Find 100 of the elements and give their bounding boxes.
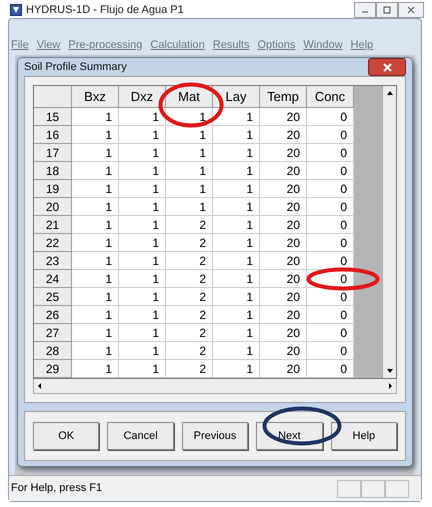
table-cell: 1 xyxy=(213,180,260,198)
row-header[interactable]: 28 xyxy=(34,342,72,360)
table-cell: 1 xyxy=(119,162,166,180)
table-cell: 0 xyxy=(307,162,354,180)
dialog-button[interactable]: Previous xyxy=(182,422,248,450)
row-header[interactable]: 27 xyxy=(34,324,72,342)
table-cell: 1 xyxy=(72,126,119,144)
row-header[interactable]: 20 xyxy=(34,198,72,216)
table-cell: 1 xyxy=(119,180,166,198)
table-cell: 1 xyxy=(72,270,119,288)
table-cell: 20 xyxy=(260,144,307,162)
table-cell: 1 xyxy=(166,180,213,198)
row-header[interactable]: 26 xyxy=(34,306,72,324)
table-cell: 1 xyxy=(72,252,119,270)
row-header[interactable]: 15 xyxy=(34,108,72,126)
table-cell: 20 xyxy=(260,324,307,342)
column-header[interactable]: Dxz xyxy=(119,86,166,108)
table-cell: 1 xyxy=(119,144,166,162)
menu-item[interactable]: View xyxy=(36,36,60,54)
table-cell: 2 xyxy=(166,288,213,306)
table-cell: 1 xyxy=(119,252,166,270)
column-header[interactable]: Lay xyxy=(213,86,260,108)
dialog-button[interactable]: OK xyxy=(33,422,100,450)
table-cell: 1 xyxy=(213,342,260,360)
table-cell: 1 xyxy=(119,234,166,252)
table-cell: 1 xyxy=(72,108,119,126)
table-cell: 1 xyxy=(213,360,260,378)
table-cell: 1 xyxy=(213,270,260,288)
close-icon xyxy=(407,6,415,14)
column-header[interactable]: Conc xyxy=(307,86,354,108)
table-cell: 2 xyxy=(166,306,213,324)
table-cell: 0 xyxy=(307,324,354,342)
table-cell: 1 xyxy=(72,180,119,198)
table-cell: 1 xyxy=(166,198,213,216)
status-pane xyxy=(361,480,385,498)
horizontal-scrollbar[interactable] xyxy=(33,379,397,394)
maximize-icon xyxy=(383,6,391,14)
table-cell: 1 xyxy=(119,108,166,126)
maximize-button[interactable] xyxy=(376,2,398,18)
table-cell: 1 xyxy=(119,342,166,360)
row-header[interactable]: 24 xyxy=(34,270,72,288)
row-header[interactable]: 19 xyxy=(34,180,72,198)
table-cell: 1 xyxy=(213,306,260,324)
table-cell: 1 xyxy=(213,144,260,162)
table-cell: 1 xyxy=(72,306,119,324)
vertical-scrollbar[interactable] xyxy=(382,86,396,378)
table-cell: 1 xyxy=(119,306,166,324)
table-cell: 20 xyxy=(260,342,307,360)
menu-item[interactable]: Calculation xyxy=(150,36,205,54)
menu-item[interactable]: Options xyxy=(257,36,296,54)
close-button[interactable] xyxy=(368,58,406,76)
column-header[interactable]: Bxz xyxy=(72,86,119,108)
row-header[interactable]: 18 xyxy=(34,162,72,180)
menu-item[interactable]: Help xyxy=(350,36,374,54)
dialog-button[interactable]: Help xyxy=(330,422,398,450)
table-cell: 0 xyxy=(307,306,354,324)
row-header[interactable]: 23 xyxy=(34,252,72,270)
menu-item[interactable]: File xyxy=(11,36,29,54)
table-cell: 2 xyxy=(166,360,213,378)
table-cell: 1 xyxy=(213,162,260,180)
row-header[interactable]: 29 xyxy=(34,360,72,378)
close-button[interactable] xyxy=(398,2,424,18)
menu-item[interactable]: Pre-processing xyxy=(68,36,142,54)
status-pane xyxy=(337,480,361,498)
table-cell: 1 xyxy=(72,144,119,162)
table-cell: 0 xyxy=(307,360,354,378)
status-pane xyxy=(385,480,409,498)
table-cell: 2 xyxy=(166,342,213,360)
dialog-button[interactable]: Cancel xyxy=(107,422,174,450)
table-cell: 1 xyxy=(119,198,166,216)
table-cell: 1 xyxy=(72,288,119,306)
column-header[interactable]: Temp xyxy=(260,86,307,108)
table-cell: 0 xyxy=(307,126,354,144)
window-title: HYDRUS-1D - Flujo de Agua P1 xyxy=(26,3,184,18)
table-cell: 0 xyxy=(307,144,354,162)
table-cell: 1 xyxy=(213,234,260,252)
table-cell: 2 xyxy=(166,252,213,270)
table-cell: 2 xyxy=(166,216,213,234)
table-cell: 1 xyxy=(166,162,213,180)
row-header[interactable]: 17 xyxy=(34,144,72,162)
table-cell: 1 xyxy=(72,342,119,360)
row-header[interactable]: 22 xyxy=(34,234,72,252)
table-cell: 1 xyxy=(72,324,119,342)
table-cell: 1 xyxy=(213,288,260,306)
table-cell: 20 xyxy=(260,234,307,252)
table-cell: 1 xyxy=(72,198,119,216)
table-cell: 0 xyxy=(307,180,354,198)
row-header[interactable]: 21 xyxy=(34,216,72,234)
row-header[interactable]: 16 xyxy=(34,126,72,144)
table-cell: 1 xyxy=(213,252,260,270)
status-text: For Help, press F1 xyxy=(11,481,104,496)
table-cell: 1 xyxy=(119,216,166,234)
table-cell: 1 xyxy=(166,144,213,162)
row-header[interactable]: 25 xyxy=(34,288,72,306)
table-cell: 1 xyxy=(119,324,166,342)
table-cell: 1 xyxy=(213,216,260,234)
table-cell: 1 xyxy=(213,126,260,144)
menu-item[interactable]: Window xyxy=(303,36,343,54)
table-cell: 20 xyxy=(260,216,307,234)
menu-item[interactable]: Results xyxy=(212,36,250,54)
